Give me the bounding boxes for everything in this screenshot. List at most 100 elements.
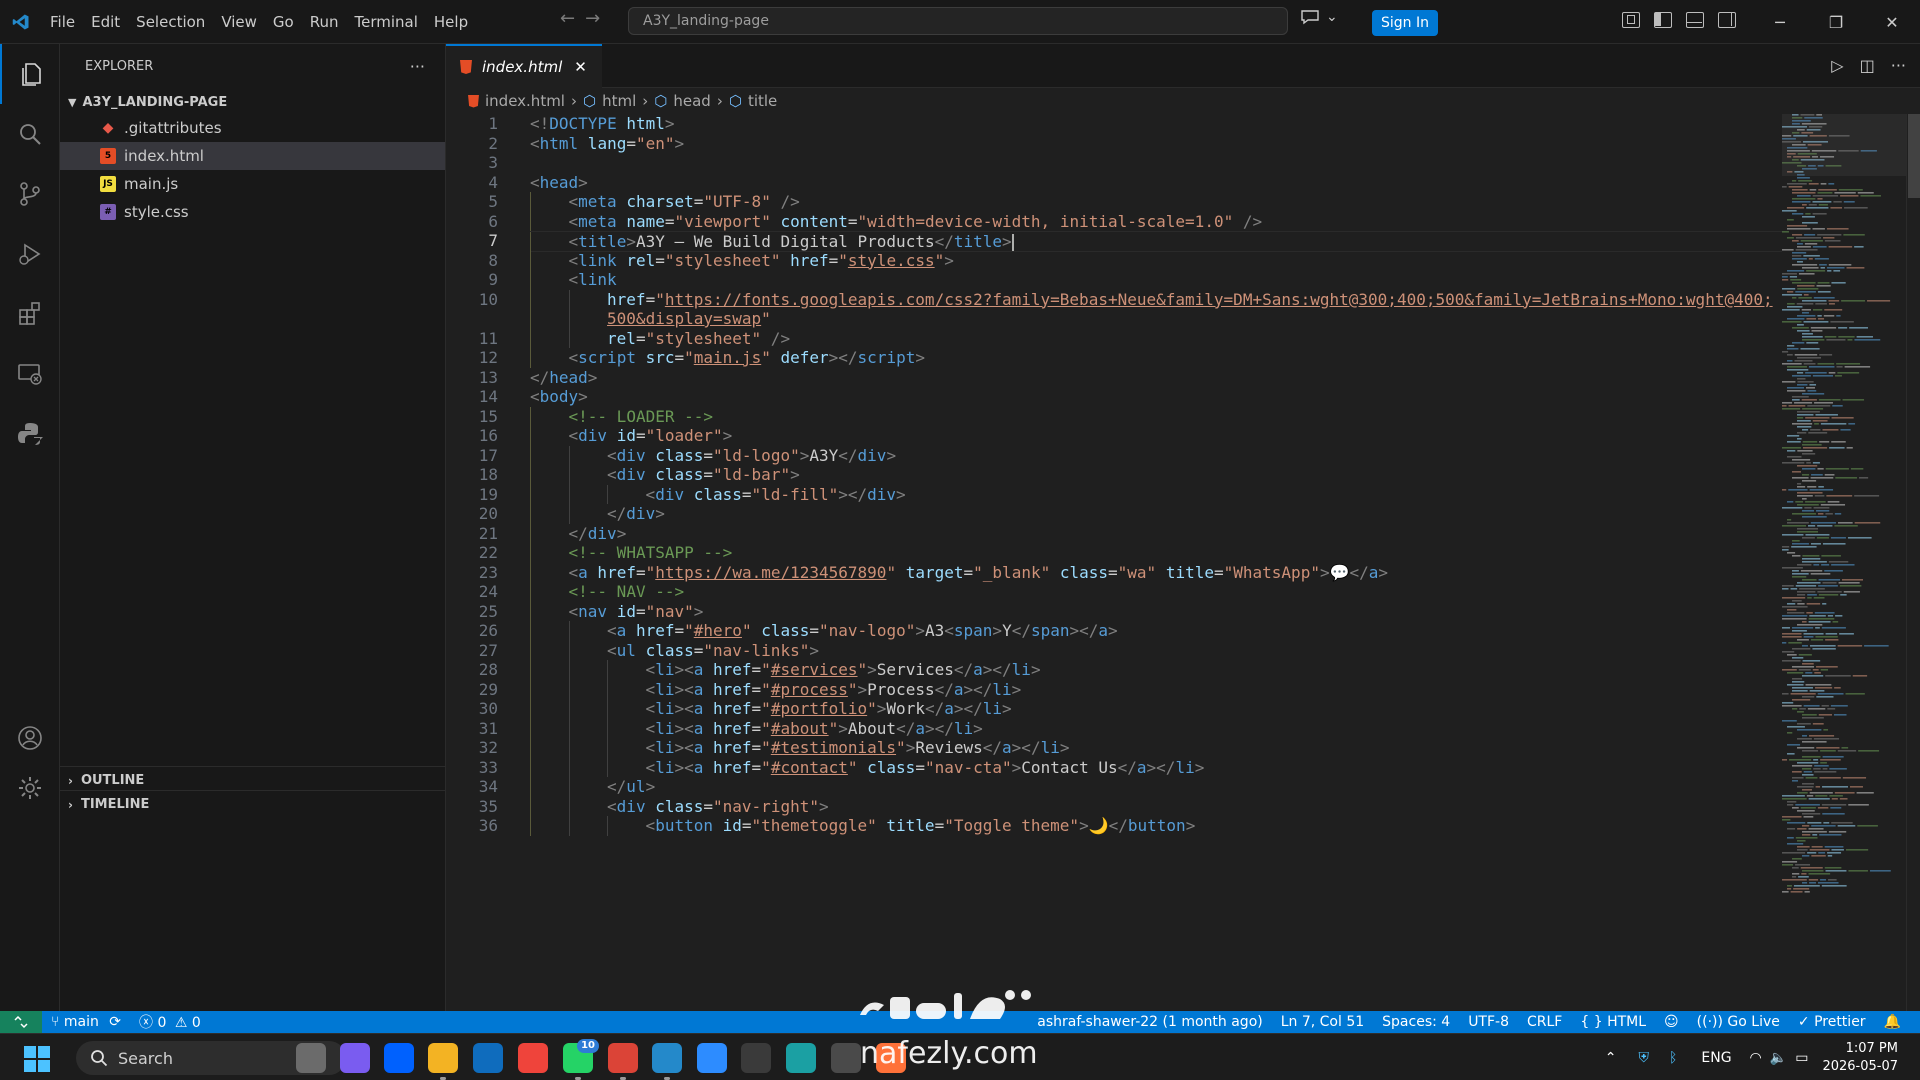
clock[interactable]: 1:07 PM 2026-05-07 <box>1822 1040 1920 1076</box>
split-editor-icon[interactable]: ◫ <box>1860 56 1875 75</box>
search-icon[interactable] <box>0 104 60 164</box>
code-line[interactable]: </ul> <box>530 777 655 796</box>
more-actions-icon[interactable]: ··· <box>410 57 425 76</box>
code-line[interactable]: <meta name="viewport" content="width=dev… <box>530 212 1263 231</box>
edge-icon[interactable] <box>786 1043 816 1073</box>
code-line[interactable]: <nav id="nav"> <box>530 602 704 621</box>
code-line[interactable]: <li><a href="#about">About</a></li> <box>530 719 983 738</box>
minimap-viewport[interactable] <box>1782 114 1906 176</box>
code-line[interactable]: <div id="loader"> <box>530 426 733 445</box>
code-line[interactable]: <button id="themetoggle" title="Toggle t… <box>530 816 1196 835</box>
cursor-position[interactable]: Ln 7, Col 51 <box>1272 1014 1373 1030</box>
code-line[interactable]: </div> <box>530 504 665 523</box>
code-editor[interactable]: 1 <!DOCTYPE html> 2 <html lang="en"> 3 4 <head… <box>446 114 1920 1011</box>
breadcrumb-file[interactable]: index.html <box>485 92 565 110</box>
file-item[interactable]: JS main.js <box>60 170 445 198</box>
wifi-icon[interactable]: ◠ <box>1746 1050 1766 1066</box>
menu-file[interactable]: File <box>42 0 83 44</box>
code-line[interactable]: <div class="nav-right"> <box>530 797 829 816</box>
copilot-status-icon[interactable]: ☺ <box>1655 1014 1688 1030</box>
chevron-up-icon[interactable]: ⌃ <box>1593 1050 1629 1066</box>
close-window-icon[interactable]: ✕ <box>1864 0 1920 44</box>
command-center[interactable]: A3Y_landing-page <box>628 7 1288 35</box>
files-icon[interactable] <box>0 44 60 104</box>
firefox-icon[interactable] <box>876 1043 906 1073</box>
language-mode[interactable]: { } HTML <box>1571 1014 1655 1030</box>
toggle-secondary-sidebar-icon[interactable] <box>1718 12 1736 28</box>
code-line[interactable]: rel="stylesheet" /> <box>530 329 790 348</box>
bluetooth-icon[interactable]: ᛒ <box>1659 1050 1687 1066</box>
workspace-root-folder[interactable]: ▼ A3Y_LANDING-PAGE <box>60 90 445 114</box>
code-line[interactable]: <!-- NAV --> <box>530 582 685 601</box>
code-line[interactable]: <div class="ld-logo">A3Y</div> <box>530 446 896 465</box>
whatsapp-icon[interactable]: 10 <box>563 1039 599 1073</box>
back-arrow-icon[interactable]: ← <box>560 8 575 29</box>
breadcrumb-html[interactable]: html <box>602 92 636 110</box>
code-line[interactable]: <html lang="en"> <box>530 134 684 153</box>
end-of-line[interactable]: CRLF <box>1518 1014 1571 1030</box>
breadcrumb-title[interactable]: title <box>748 92 777 110</box>
file-explorer-icon[interactable] <box>428 1043 458 1073</box>
tab-index-html[interactable]: index.html ✕ <box>446 44 602 88</box>
code-line[interactable]: <div class="ld-fill"></div> <box>530 485 906 504</box>
forward-arrow-icon[interactable]: → <box>585 8 600 29</box>
remote-explorer-icon[interactable] <box>0 344 60 404</box>
code-line[interactable]: <div class="ld-bar"> <box>530 465 800 484</box>
timeline-section[interactable]: › TIMELINE <box>60 790 446 818</box>
code-line[interactable]: <!-- LOADER --> <box>530 407 714 426</box>
scroll-thumb[interactable] <box>1908 114 1920 198</box>
zoom-icon[interactable] <box>697 1043 727 1073</box>
restore-icon[interactable]: ❐ <box>1808 0 1864 44</box>
code-line[interactable]: <a href="#hero" class="nav-logo">A3<span… <box>530 621 1118 640</box>
menu-edit[interactable]: Edit <box>83 0 128 44</box>
breadcrumb-head[interactable]: head <box>673 92 710 110</box>
chrome-icon[interactable] <box>608 1043 638 1073</box>
code-line[interactable]: <li><a href="#portfolio">Work</a></li> <box>530 699 1012 718</box>
encoding[interactable]: UTF-8 <box>1459 1014 1518 1030</box>
defender-icon[interactable]: ⛨ <box>1628 1050 1659 1066</box>
close-tab-icon[interactable]: ✕ <box>574 58 587 76</box>
minimap[interactable] <box>1782 114 1906 1011</box>
code-line[interactable]: <li><a href="#testimonials">Reviews</a><… <box>530 738 1070 757</box>
toggle-panel-icon[interactable] <box>1686 12 1704 28</box>
volume-icon[interactable]: 🔈 <box>1766 1050 1791 1066</box>
code-line[interactable]: </head> <box>530 368 597 387</box>
code-line[interactable]: <script src="main.js" defer></script> <box>530 348 925 367</box>
language-indicator[interactable]: ENG <box>1687 1050 1745 1066</box>
code-line[interactable]: <link <box>530 270 617 289</box>
code-line[interactable]: <!DOCTYPE html> <box>530 114 675 133</box>
prettier-button[interactable]: ✓ Prettier <box>1789 1014 1875 1030</box>
run-debug-icon[interactable] <box>0 224 60 284</box>
customize-layout-icon[interactable] <box>1622 12 1640 28</box>
settings-gear-icon[interactable] <box>0 758 60 818</box>
problems-indicator[interactable]: ⓧ 0 ⚠ 0 <box>130 1012 210 1032</box>
code-line[interactable]: <!-- WHATSAPP --> <box>530 543 733 562</box>
code-line[interactable]: <head> <box>530 173 588 192</box>
go-live-button[interactable]: ((·)) Go Live <box>1688 1014 1789 1030</box>
menu-help[interactable]: Help <box>426 0 476 44</box>
calculator-icon[interactable] <box>831 1043 861 1073</box>
file-item[interactable]: # style.css <box>60 198 445 226</box>
run-icon[interactable]: ▷ <box>1831 56 1843 75</box>
sign-in-button[interactable]: Sign In <box>1372 10 1438 36</box>
notifications-bell-icon[interactable]: 🔔 <box>1875 1014 1910 1030</box>
branch-indicator[interactable]: ⑂ main ⟳ <box>42 1014 130 1030</box>
sync-icon[interactable]: ⟳ <box>109 1014 121 1030</box>
file-item[interactable]: 5 index.html <box>60 142 445 170</box>
code-line[interactable]: <ul class="nav-links"> <box>530 641 819 660</box>
code-line[interactable]: <li><a href="#process">Process</a></li> <box>530 680 1022 699</box>
menu-run[interactable]: Run <box>302 0 347 44</box>
extensions-icon[interactable] <box>0 284 60 344</box>
obs-icon[interactable] <box>741 1043 771 1073</box>
battery-icon[interactable]: ▭ <box>1791 1050 1822 1066</box>
windows-start-icon[interactable] <box>24 1046 50 1072</box>
source-control-icon[interactable] <box>0 164 60 224</box>
more-actions-icon[interactable]: ··· <box>1891 56 1906 75</box>
code-line[interactable]: <body> <box>530 387 588 406</box>
menu-selection[interactable]: Selection <box>128 0 213 44</box>
code-line[interactable]: <li><a href="#contact" class="nav-cta">C… <box>530 758 1205 777</box>
vertical-scrollbar[interactable] <box>1906 114 1920 1011</box>
anydesk-icon[interactable] <box>518 1043 548 1073</box>
copilot-chat-button[interactable]: ⌄ <box>1300 9 1338 25</box>
python-icon[interactable] <box>0 404 60 464</box>
